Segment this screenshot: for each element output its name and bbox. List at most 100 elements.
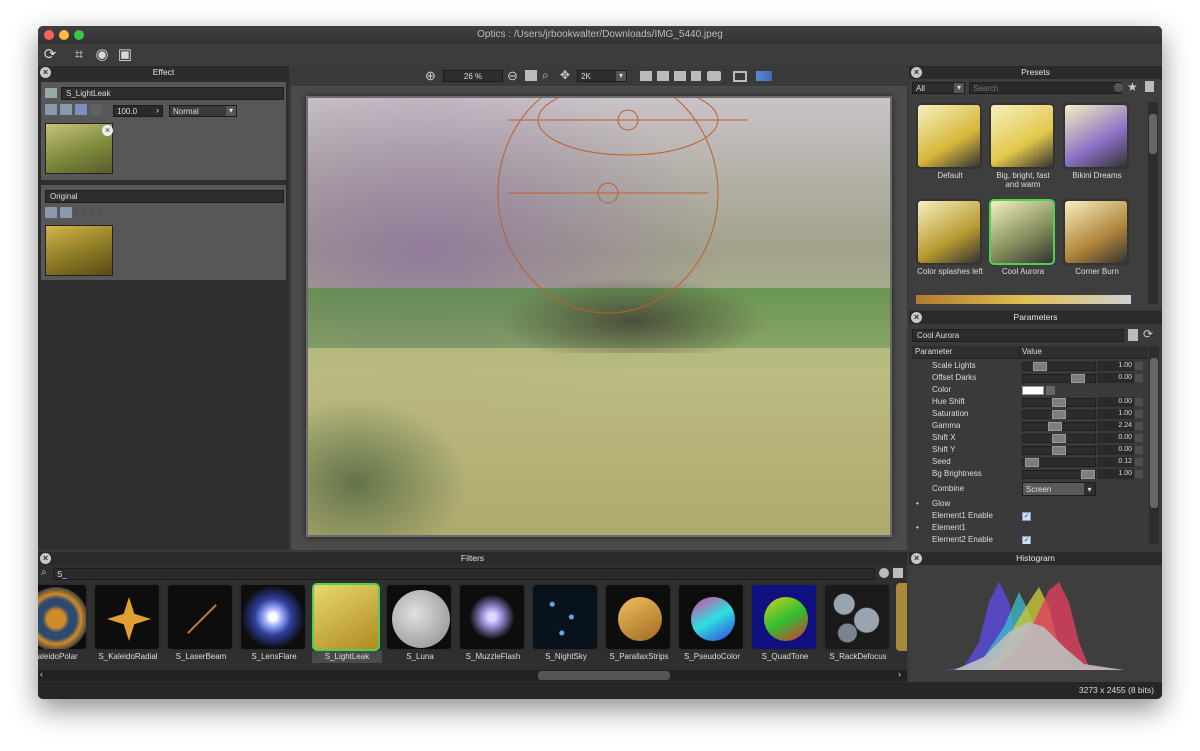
mask-layer-icon[interactable] [90, 207, 102, 219]
preset-name-field[interactable]: Cool Aurora [912, 329, 1124, 342]
param-value-field[interactable]: 1.00 [1097, 361, 1134, 371]
page-icon[interactable] [691, 71, 701, 81]
param-slider[interactable] [1022, 410, 1096, 419]
lightning-icon[interactable] [75, 207, 87, 219]
combine-select[interactable]: Screen ▾ [1022, 482, 1096, 496]
filter-item[interactable]: KaleidoPolar [38, 583, 90, 668]
expand-bullet-icon[interactable]: • [916, 522, 919, 534]
filter-item[interactable]: S_RackDefocus [823, 583, 893, 668]
minimize-window-button[interactable] [59, 30, 69, 40]
original-thumbnail[interactable] [45, 225, 113, 276]
param-value-field[interactable]: 2.24 [1097, 421, 1134, 431]
lightning-icon[interactable] [75, 104, 87, 116]
param-value-field[interactable]: 0.12 [1097, 457, 1134, 467]
param-stepper[interactable] [1135, 470, 1143, 478]
param-stepper[interactable] [1135, 362, 1143, 370]
color-swatch[interactable] [1022, 386, 1044, 395]
param-stepper[interactable] [1135, 458, 1143, 466]
param-slider[interactable] [1022, 422, 1096, 431]
original-layer[interactable]: Original [40, 184, 287, 281]
param-slider[interactable] [1022, 470, 1096, 479]
slider-knob[interactable] [1052, 398, 1066, 407]
param-stepper[interactable] [1135, 410, 1143, 418]
chevron-down-icon[interactable]: ▾ [954, 83, 964, 93]
pan-icon[interactable]: ✥ [560, 68, 570, 82]
param-slider[interactable] [1022, 398, 1096, 407]
param-stepper[interactable] [1135, 434, 1143, 442]
zoom-window-button[interactable] [74, 30, 84, 40]
param-slider[interactable] [1022, 374, 1096, 383]
histogram-toggle-icon[interactable] [756, 71, 772, 81]
filter-item[interactable]: S_ParallaxStrips [604, 583, 674, 668]
compare-icon[interactable] [674, 71, 686, 81]
close-histogram-panel-icon[interactable]: × [911, 553, 922, 564]
param-slider[interactable] [1022, 362, 1096, 371]
filter-item[interactable]: S_KaleidoRadial [93, 583, 163, 668]
split-horizontal-icon[interactable] [657, 71, 669, 81]
preset-item[interactable]: Default [916, 103, 984, 195]
presets-scroll-thumb[interactable] [1149, 114, 1157, 154]
resolution-select[interactable]: 2K ▾ [577, 70, 627, 82]
filter-item[interactable]: S_PseudoColor [677, 583, 747, 668]
presets-scrollbar[interactable] [1148, 102, 1158, 304]
param-value-field[interactable]: 0.00 [1097, 373, 1134, 383]
frame-icon[interactable]: ▣ [116, 46, 134, 64]
eyedropper-icon[interactable] [1046, 386, 1055, 395]
split-vertical-icon[interactable] [640, 71, 652, 81]
param-value-field[interactable]: 0.00 [1097, 397, 1134, 407]
original-name-field[interactable]: Original [45, 190, 284, 203]
preset-item[interactable]: Bikini Dreams [1063, 103, 1131, 195]
param-stepper[interactable] [1135, 374, 1143, 382]
element1-checkbox[interactable]: ✓ [1022, 512, 1031, 521]
edit-layer-icon[interactable] [45, 207, 57, 219]
zoom-in-icon[interactable]: ⊕ [425, 68, 436, 84]
clear-search-icon[interactable] [1114, 83, 1123, 92]
param-value-field[interactable]: 1.00 [1097, 409, 1134, 419]
expand-bullet-icon[interactable]: • [916, 498, 919, 510]
param-value-field[interactable]: 0.00 [1097, 433, 1134, 443]
snapshot-icon[interactable] [707, 71, 721, 81]
filter-item-selected[interactable]: S_LightLeak [312, 583, 382, 668]
reset-icon[interactable]: ⟳ [41, 46, 59, 64]
element2-checkbox[interactable]: ✓ [1022, 536, 1031, 544]
clear-search-icon[interactable] [879, 568, 889, 578]
preset-item[interactable]: Corner Burn [1063, 199, 1131, 291]
param-value-field[interactable]: 1.00 [1097, 469, 1134, 479]
layer-name-field[interactable]: S_LightLeak [61, 87, 284, 100]
frame-toggle-icon[interactable] [733, 71, 747, 82]
zoom-out-icon[interactable]: ⊖ [507, 68, 518, 84]
preset-item[interactable]: Color splashes left [916, 199, 984, 291]
filter-item[interactable]: S_Luna [385, 583, 455, 668]
mask-icon[interactable]: ◉ [93, 46, 111, 64]
fit-icon[interactable] [525, 70, 537, 81]
refresh-icon[interactable]: ⟳ [1143, 327, 1153, 341]
slider-knob[interactable] [1052, 446, 1066, 455]
zoom-field[interactable]: 26 % [443, 70, 503, 82]
mask-layer-icon[interactable] [90, 104, 102, 116]
grid-view-icon[interactable] [893, 568, 903, 578]
close-presets-panel-icon[interactable]: × [911, 67, 922, 78]
trash-icon[interactable] [1145, 81, 1154, 92]
parameters-scroll-thumb[interactable] [1150, 358, 1158, 508]
preset-item[interactable]: Big, bright, fast and warm [989, 103, 1057, 195]
chevron-down-icon[interactable]: ▾ [1084, 483, 1095, 495]
param-group-glow[interactable]: • Glow [912, 498, 1148, 510]
filter-item[interactable]: S_LaserBeam [166, 583, 236, 668]
photo-canvas[interactable] [306, 96, 892, 537]
blend-mode-select[interactable]: Normal ▾ [169, 105, 237, 117]
slider-knob[interactable] [1048, 422, 1062, 431]
filters-search-input[interactable]: S_ [53, 568, 875, 580]
param-group-element1[interactable]: • Element1 [912, 522, 1148, 534]
param-stepper[interactable] [1135, 422, 1143, 430]
close-effect-panel-icon[interactable]: × [40, 67, 51, 78]
close-window-button[interactable] [44, 30, 54, 40]
effect-layer[interactable]: S_LightLeak 100.0 › Normal ▾ × [40, 81, 287, 181]
slider-knob[interactable] [1052, 434, 1066, 443]
slider-knob[interactable] [1033, 362, 1047, 371]
edit-layer-icon[interactable] [45, 104, 57, 116]
layer-options-icon[interactable] [45, 88, 57, 98]
remove-layer-icon[interactable]: × [102, 125, 113, 136]
favorite-star-icon[interactable]: ★ [1127, 80, 1138, 94]
preset-item-selected[interactable]: Cool Aurora [989, 199, 1057, 291]
param-slider[interactable] [1022, 446, 1096, 455]
